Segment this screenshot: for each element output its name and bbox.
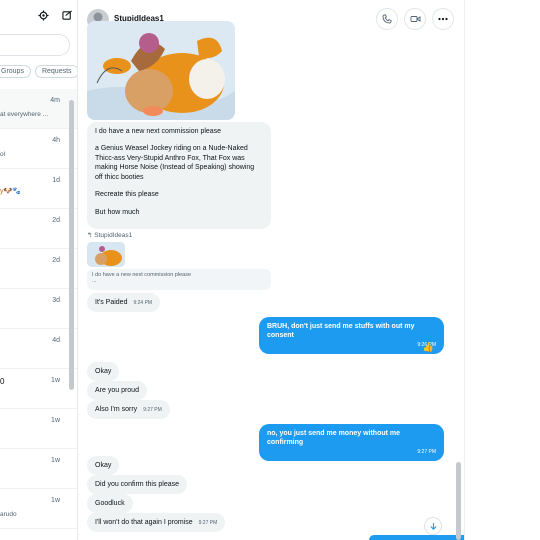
conversation-item[interactable]: 1w arudo [0,489,77,529]
chat-scrollbar[interactable] [456,462,461,540]
thumbs-up-reaction-icon[interactable]: 👍 [423,342,434,353]
conversation-snippet: 0 [0,377,5,386]
conversation-item[interactable]: 2d [0,249,77,289]
attached-artwork-image[interactable] [87,21,235,120]
conversation-time: 4h [52,137,60,144]
message-bubble: I do have a new next commission please a… [87,122,271,229]
reply-thumbnail[interactable] [87,242,125,267]
chat-header-actions [376,8,454,30]
compose-icon[interactable] [60,8,74,22]
message-bubble: I'll won't do that again I promise 9:27 P… [87,513,226,533]
message-text: Okay [95,462,112,469]
message-time: 9:27 PM [198,520,218,526]
reply-author: StupidIdeas1 [94,232,133,239]
message-time: 9:27 PM [417,448,436,455]
message-text: no, you just send me money without me co… [267,430,401,447]
conversation-item[interactable]: 1w 0 [0,369,77,409]
message-time: 9:27 PM [143,407,162,413]
message-text: Goodluck [95,500,125,507]
message-text: But how much [95,208,140,216]
message-bubble: Goodluck [87,494,133,514]
messages-app: Groups Requests 4m at everywhere ... 4h … [0,0,540,540]
conversation-time: 4m [50,97,60,104]
filter-groups[interactable]: Groups [0,65,31,78]
chat-thread: StupidIdeas1 I do have a new next commis… [78,0,525,540]
scroll-down-button[interactable] [424,517,442,535]
phone-icon[interactable] [376,8,398,30]
filter-chips: Groups Requests [0,65,77,78]
conversation-item[interactable]: 1w [0,409,77,449]
list-toolbar [36,8,74,22]
message-bubble: Also I'm sorry 9:27 PM [87,400,170,420]
conversation-snippet: y🐶🐾 [0,188,21,195]
message-bubble: Did you confirm this please [87,475,188,495]
list-scrollbar[interactable] [69,100,74,390]
message-bubble: Are you proud [87,381,147,401]
conversation-item[interactable]: 2d [0,209,77,249]
conversation-list-panel: Groups Requests 4m at everywhere ... 4h … [0,0,78,540]
more-icon[interactable] [432,8,454,30]
conversation-time: 1w [51,377,60,384]
conversation-time: 4d [52,337,60,344]
message-text: Are you proud [95,387,139,394]
conversation-item[interactable]: 4h ol [0,129,77,169]
message-text: Okay [95,368,112,375]
message-text: Recreate this please [95,191,159,199]
conversation-time: 1w [51,457,60,464]
quoted-more: ... [92,278,97,284]
conversation-snippet: ol [0,151,6,158]
conversation-time: 2d [52,257,60,264]
gear-icon[interactable] [36,8,50,22]
message-text: I'll won't do that again I promise [95,519,193,526]
conversation-time: 1w [51,417,60,424]
message-bubble: Okay [87,362,120,382]
message-text: Did you confirm this please [95,481,180,488]
conversation-item[interactable]: 1d y🐶🐾 [0,169,77,209]
filter-requests[interactable]: Requests [34,65,77,78]
conversation-item[interactable]: 3d [0,289,77,329]
message-text: I do have a new next commission please [95,128,222,135]
conversation-time: 1w [51,497,60,504]
message-text: It's Paided [95,299,128,306]
outgoing-message-bubble: BRUH, don't just send me stuffs with out… [259,317,444,354]
message-time: 9:26 PM [417,341,436,348]
message-text: BRUH, don't just send me stuffs with out… [267,323,415,340]
conversation-time: 3d [52,297,60,304]
conversation-item[interactable]: 4m at everywhere ... [0,89,77,129]
reply-reference: ↰ StupidIdeas1 [87,231,132,239]
conversation-item[interactable]: 1w [0,449,77,489]
outgoing-message-bubble: no, you just send me money without me co… [259,424,444,461]
right-panel [464,0,540,540]
message-bubble: Okay [87,456,120,476]
conversation-snippet: arudo [0,511,17,518]
conversation-time: 1d [52,177,60,184]
message-text: Also I'm sorry [95,406,138,413]
message-time: 9:24 PM [133,300,153,306]
quoted-message[interactable]: I do have a new next commission please .… [87,269,271,290]
message-bubble: It's Paided 9:24 PM [87,293,161,313]
conversation-item[interactable]: 4d [0,329,77,369]
conversation-snippet: at everywhere ... [0,111,49,118]
conversation-time: 2d [52,217,60,224]
message-text: a Genius Weasel Jockey riding on a Nude-… [95,145,255,181]
search-input[interactable] [0,34,70,56]
video-icon[interactable] [404,8,426,30]
conversation-items: 4m at everywhere ... 4h ol 1d y🐶🐾 2d 2d … [0,89,77,529]
